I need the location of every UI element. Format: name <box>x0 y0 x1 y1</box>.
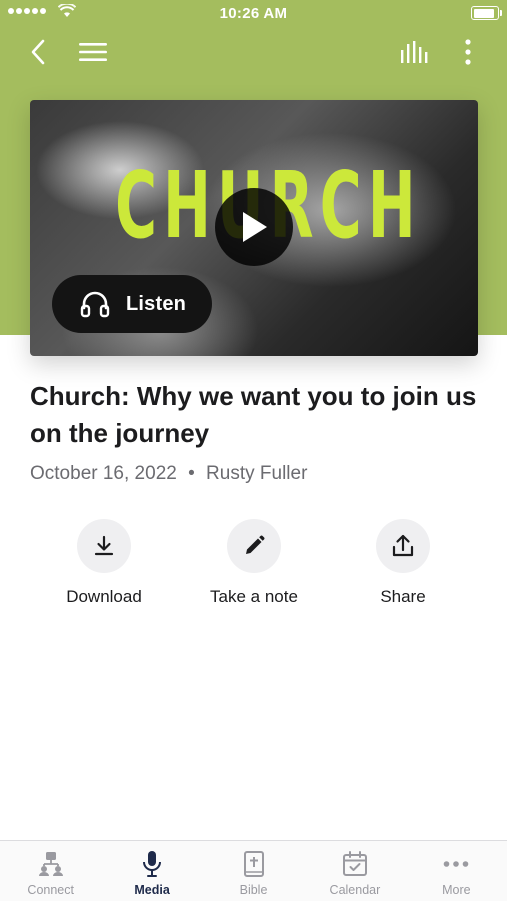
share-button[interactable]: Share <box>333 519 473 607</box>
menu-button[interactable] <box>76 36 110 68</box>
sermon-meta: October 16, 2022 • Rusty Fuller <box>30 463 307 485</box>
tab-connect[interactable]: Connect <box>0 841 101 901</box>
take-note-label: Take a note <box>210 587 298 606</box>
connect-icon <box>37 850 65 878</box>
take-note-button[interactable]: Take a note <box>184 519 324 607</box>
audio-bars-button[interactable] <box>396 36 434 68</box>
media-artwork: CHURCH Listen <box>30 100 478 356</box>
status-bar: 10:26 AM <box>0 0 507 28</box>
share-circle <box>376 519 430 573</box>
download-label: Download <box>66 587 142 606</box>
back-button[interactable] <box>22 36 54 68</box>
meta-separator: • <box>188 463 195 484</box>
tab-media[interactable]: Media <box>101 841 202 901</box>
sermon-speaker: Rusty Fuller <box>206 463 308 484</box>
listen-label: Listen <box>126 292 187 315</box>
sermon-date: October 16, 2022 <box>30 463 177 484</box>
download-icon <box>94 535 114 556</box>
tab-media-label: Media <box>134 883 170 897</box>
share-label: Share <box>380 587 426 606</box>
battery-icon <box>471 6 502 20</box>
more-dots-icon <box>442 850 470 878</box>
take-note-circle <box>227 519 281 573</box>
share-icon <box>392 534 414 557</box>
status-time: 10:26 AM <box>219 5 288 22</box>
listen-button[interactable]: Listen <box>52 275 212 333</box>
chevron-left-icon <box>31 39 45 65</box>
sermon-title: Church: Why we want you to join us on th… <box>30 381 477 448</box>
tab-bible-label: Bible <box>239 883 268 897</box>
tab-bible[interactable]: Bible <box>203 841 304 901</box>
microphone-icon <box>138 850 166 878</box>
vertical-dots-icon <box>465 39 471 65</box>
tab-calendar-label: Calendar <box>329 883 381 897</box>
tab-calendar[interactable]: Calendar <box>304 841 405 901</box>
headphones-icon <box>80 290 110 318</box>
bible-icon <box>240 850 268 878</box>
calendar-icon <box>341 850 369 878</box>
play-button[interactable] <box>215 188 293 266</box>
download-button[interactable]: Download <box>34 519 174 607</box>
tab-bar: Connect Media Bible Calendar More <box>0 840 507 901</box>
pencil-icon <box>246 535 265 554</box>
more-options-button[interactable] <box>456 36 480 68</box>
audio-bars-icon <box>401 41 428 63</box>
hamburger-menu-icon <box>79 43 107 61</box>
tab-more-label: More <box>442 883 471 897</box>
download-circle <box>77 519 131 573</box>
tab-connect-label: Connect <box>27 883 74 897</box>
tab-more[interactable]: More <box>406 841 507 901</box>
play-icon <box>243 212 267 242</box>
